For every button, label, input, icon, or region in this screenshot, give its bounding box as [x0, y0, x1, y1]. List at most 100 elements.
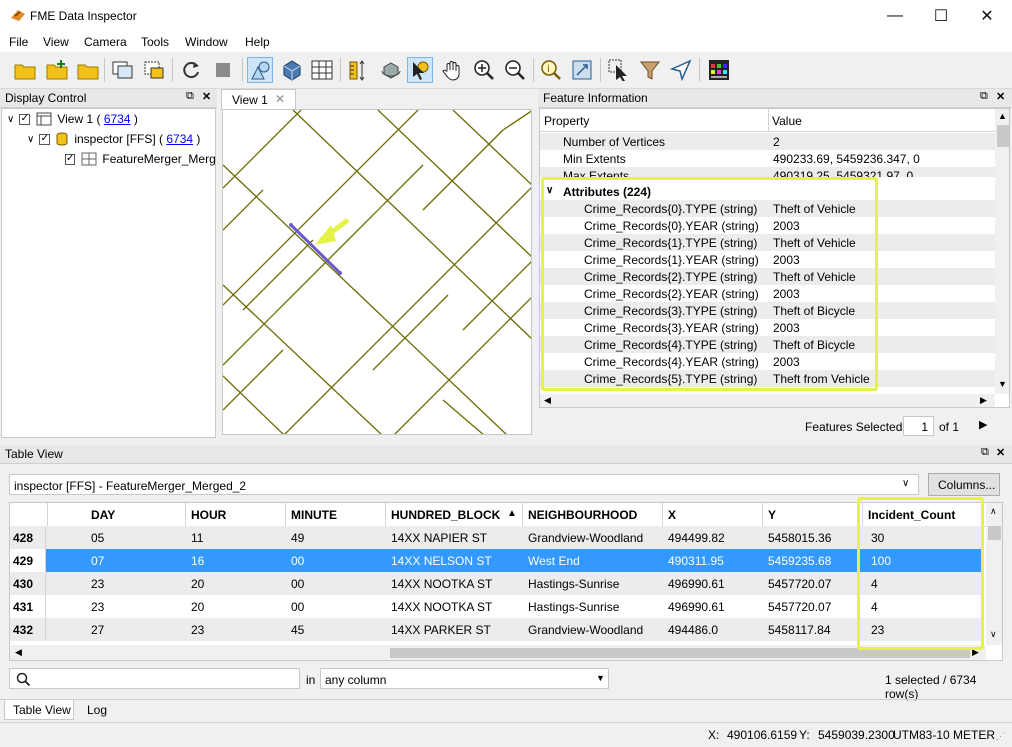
refresh-icon[interactable]: [179, 57, 205, 83]
dataset-checkbox[interactable]: ✓: [39, 133, 51, 145]
resize-grip-icon[interactable]: ⋰: [996, 731, 1005, 742]
float-panel-icon[interactable]: ⧉: [980, 90, 988, 103]
2d-view-icon[interactable]: [247, 57, 273, 83]
table-row[interactable]: 430 23 20 00 14XX NOOTKA ST Hastings-Sunrise 4…: [10, 572, 982, 595]
orbit-icon[interactable]: [378, 57, 404, 83]
attribute-row[interactable]: Crime_Records{0}.YEAR (string) 2003: [540, 217, 995, 234]
measure-icon[interactable]: [346, 57, 372, 83]
column-hour[interactable]: HOUR: [186, 503, 286, 526]
navigate-arrow-icon[interactable]: [668, 57, 694, 83]
attribute-row[interactable]: Crime_Records{0}.TYPE (string) Theft of V…: [540, 200, 995, 217]
table-cell[interactable]: 494486.0: [668, 623, 718, 637]
tree-item-view[interactable]: ∨ ✓ View 1 ( 6734 ): [7, 110, 138, 128]
maximize-button[interactable]: ☐: [918, 0, 964, 32]
table-cell[interactable]: 30: [871, 531, 884, 545]
hscroll-thumb[interactable]: [390, 648, 970, 658]
table-row[interactable]: 429 07 16 00 14XX NELSON ST West End 490311.95…: [10, 549, 982, 572]
table-hscrollbar[interactable]: ◀ ▶: [10, 645, 986, 660]
stop-icon[interactable]: [210, 57, 236, 83]
source-dropdown[interactable]: inspector [FFS] - FeatureMerger_Merged_2…: [9, 474, 919, 495]
menu-file[interactable]: File: [9, 35, 28, 49]
table-cell[interactable]: Hastings-Sunrise: [528, 577, 619, 591]
menu-camera[interactable]: Camera: [84, 35, 127, 49]
attribute-row[interactable]: Crime_Records{2}.TYPE (string) Theft of V…: [540, 268, 995, 285]
3d-view-icon[interactable]: [279, 57, 305, 83]
zoom-out-icon[interactable]: [502, 57, 528, 83]
table-cell[interactable]: Grandview-Woodland: [528, 531, 643, 545]
tab-view-1[interactable]: View 1 ✕: [221, 89, 296, 110]
columns-button[interactable]: Columns...: [928, 473, 1000, 496]
zoom-in-icon[interactable]: [471, 57, 497, 83]
column-x[interactable]: X: [663, 503, 763, 526]
column-minute[interactable]: MINUTE: [286, 503, 386, 526]
row-number[interactable]: 430: [10, 572, 46, 595]
table-cell[interactable]: 5457720.07: [768, 600, 831, 614]
table-cell[interactable]: 20: [191, 600, 204, 614]
menu-help[interactable]: Help: [245, 35, 270, 49]
column-neighbourhood[interactable]: NEIGHBOURHOOD: [523, 503, 663, 526]
info-row-vertices[interactable]: Number of Vertices 2: [540, 133, 995, 150]
attribute-row[interactable]: Crime_Records{2}.YEAR (string) 2003: [540, 285, 995, 302]
layer-checkbox[interactable]: ✓: [65, 153, 76, 165]
table-row[interactable]: 432 27 23 45 14XX PARKER ST Grandview-Woodlan…: [10, 618, 982, 641]
search-input[interactable]: [9, 668, 300, 689]
table-cell[interactable]: 5458117.84: [768, 623, 831, 637]
zoom-extents-icon[interactable]: [569, 57, 595, 83]
menu-tools[interactable]: Tools: [141, 35, 169, 49]
folder-icon[interactable]: [75, 57, 101, 83]
table-cell[interactable]: 496990.61: [668, 577, 725, 591]
table-cell[interactable]: 23: [871, 623, 884, 637]
table-cell[interactable]: 5458015.36: [768, 531, 831, 545]
attribute-row[interactable]: Crime_Records{5}.TYPE (string) Theft from…: [540, 370, 995, 387]
row-number[interactable]: 432: [10, 618, 46, 641]
color-palette-icon[interactable]: [706, 57, 732, 83]
row-number[interactable]: 428: [10, 526, 46, 549]
table-cell[interactable]: Grandview-Woodland: [528, 623, 643, 637]
table-cell[interactable]: 14XX NOOTKA ST: [391, 600, 492, 614]
table-cell[interactable]: 100: [871, 554, 891, 568]
features-selected-spinbox[interactable]: 1: [903, 416, 934, 436]
close-panel-icon[interactable]: ✕: [202, 90, 211, 103]
table-cell[interactable]: 5457720.07: [768, 577, 831, 591]
table-cell[interactable]: 00: [291, 554, 304, 568]
collapse-arrow-icon[interactable]: ∨: [7, 114, 14, 125]
table-cell[interactable]: 23: [191, 623, 204, 637]
table-row[interactable]: 428 05 11 49 14XX NAPIER ST Grandview-Woodlan…: [10, 526, 982, 549]
feature-info-vscrollbar[interactable]: ▲ ▼: [995, 109, 1009, 394]
filter-icon[interactable]: [637, 57, 663, 83]
column-y[interactable]: Y: [763, 503, 863, 526]
close-panel-icon[interactable]: ✕: [996, 446, 1005, 459]
table-cell[interactable]: 14XX NOOTKA ST: [391, 577, 492, 591]
row-number[interactable]: 431: [10, 595, 46, 618]
table-cell[interactable]: 20: [191, 577, 204, 591]
info-row-min-extents[interactable]: Min Extents 490233.69, 5459236.347, 0: [540, 150, 995, 167]
table-cell[interactable]: 49: [291, 531, 304, 545]
table-cell[interactable]: 16: [191, 554, 204, 568]
close-window-button[interactable]: ✕: [964, 0, 1010, 32]
table-cell[interactable]: 00: [291, 577, 304, 591]
table-cell[interactable]: 23: [91, 600, 104, 614]
table-cell[interactable]: 5459235.68: [768, 554, 831, 568]
table-cell[interactable]: 05: [91, 531, 104, 545]
tab-log[interactable]: Log: [78, 700, 118, 720]
add-dataset-icon[interactable]: [44, 57, 70, 83]
view-checkbox[interactable]: ✓: [19, 113, 31, 125]
table-cell[interactable]: 14XX NELSON ST: [391, 554, 492, 568]
scroll-thumb[interactable]: [997, 125, 1009, 147]
table-cell[interactable]: 4: [871, 600, 878, 614]
attribute-row[interactable]: Crime_Records{3}.YEAR (string) 2003: [540, 319, 995, 336]
float-panel-icon[interactable]: ⧉: [981, 446, 989, 459]
attribute-row[interactable]: Crime_Records{1}.TYPE (string) Theft of V…: [540, 234, 995, 251]
table-cell[interactable]: 14XX NAPIER ST: [391, 531, 487, 545]
info-row-max-extents[interactable]: Max Extents 490319.25, 5459321.97, 0: [540, 167, 995, 177]
window-select-icon[interactable]: [141, 57, 167, 83]
select-info-icon[interactable]: [407, 57, 433, 83]
column-day[interactable]: DAY: [86, 503, 186, 526]
table-cell[interactable]: Hastings-Sunrise: [528, 600, 619, 614]
column-filter-dropdown[interactable]: any column ▼: [320, 668, 609, 689]
dataset-count-link[interactable]: 6734: [166, 132, 193, 146]
row-number[interactable]: 429: [10, 549, 46, 572]
attribute-row[interactable]: Crime_Records{1}.YEAR (string) 2003: [540, 251, 995, 268]
float-panel-icon[interactable]: ⧉: [186, 90, 194, 103]
table-cell[interactable]: 07: [91, 554, 104, 568]
